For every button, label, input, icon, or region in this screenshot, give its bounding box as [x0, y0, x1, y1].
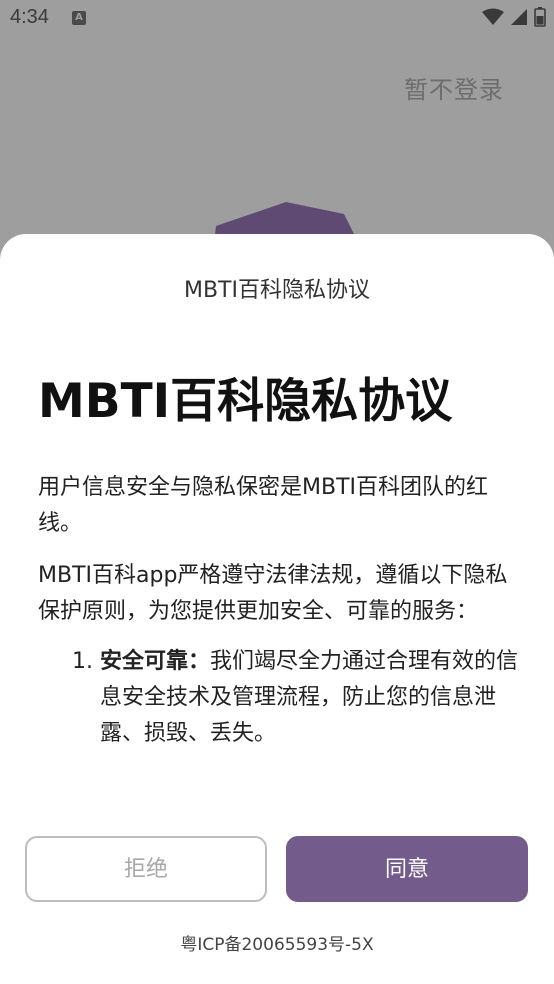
principle-item: 1. 安全可靠：我们竭尽全力通过合理有效的信息安全技术及管理流程，防止您的信息泄…	[72, 644, 524, 752]
privacy-sheet: MBTI百科隐私协议 MBTI百科隐私协议 用户信息安全与隐私保密是MBTI百科…	[0, 234, 554, 984]
principles-list: 1. 安全可靠：我们竭尽全力通过合理有效的信息安全技术及管理流程，防止您的信息泄…	[38, 644, 524, 752]
wifi-icon	[482, 8, 504, 25]
icp-record: 粤ICP备20065593号-5X	[180, 935, 374, 955]
principle-heading: 安全可靠：	[100, 649, 211, 675]
intro-paragraph: 用户信息安全与隐私保密是MBTI百科团队的红线。	[38, 475, 489, 537]
notification-a-icon: A	[72, 11, 86, 25]
skip-login-button[interactable]: 暂不登录	[404, 70, 504, 105]
status-icons	[482, 6, 546, 28]
agree-button[interactable]: 同意	[286, 836, 528, 902]
principle-number: 1.	[72, 649, 93, 675]
document-title: MBTI百科隐私协议	[38, 374, 453, 429]
battery-icon	[534, 7, 546, 27]
status-time: 4:34	[10, 6, 49, 28]
cellular-signal-icon	[511, 9, 527, 25]
sheet-title: MBTI百科隐私协议	[183, 278, 370, 303]
principles-paragraph: MBTI百科app严格遵守法律法规，遵循以下隐私保护原则，为您提供更加安全、可靠…	[38, 563, 508, 625]
reject-button[interactable]: 拒绝	[25, 836, 267, 902]
agreement-content[interactable]: MBTI百科隐私协议 用户信息安全与隐私保密是MBTI百科团队的红线。 MBTI…	[38, 374, 524, 800]
status-bar: 4:34 A	[0, 0, 554, 36]
screen: 4:34 A 暂不登录 MBTI百科隐私协议 MBTI百科隐私协议 用户信息安全…	[0, 0, 554, 984]
